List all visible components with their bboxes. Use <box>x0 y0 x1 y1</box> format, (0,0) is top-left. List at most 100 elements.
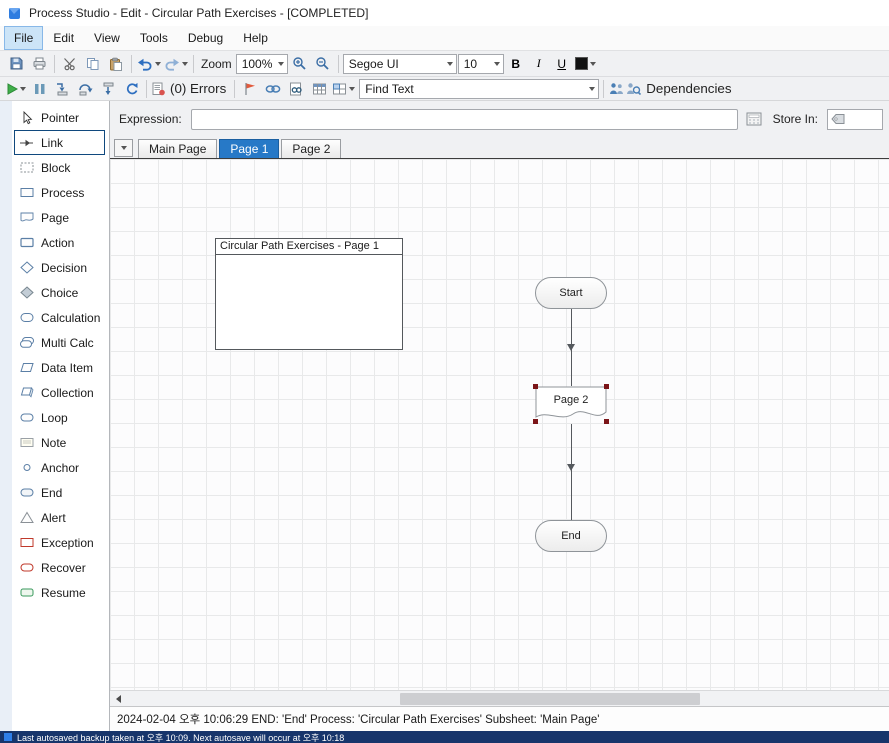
menu-help[interactable]: Help <box>233 26 278 50</box>
dependencies-button[interactable]: Dependencies <box>608 78 735 100</box>
selection-handle[interactable] <box>604 384 609 389</box>
step-over-icon <box>78 83 92 95</box>
tab-label: Page 2 <box>292 142 331 156</box>
bold-button[interactable]: B <box>505 53 527 75</box>
palette-item-data-item[interactable]: Data Item <box>14 355 105 380</box>
save-button[interactable] <box>5 53 27 75</box>
selection-handle[interactable] <box>533 419 538 424</box>
expression-input[interactable] <box>190 108 738 130</box>
end-node[interactable]: End <box>535 520 607 552</box>
menu-edit[interactable]: Edit <box>43 26 84 50</box>
link-page2-to-end[interactable] <box>571 424 572 520</box>
run-button[interactable] <box>5 78 27 100</box>
font-size-select[interactable]: 10 <box>457 53 504 74</box>
page-list-dropdown[interactable] <box>114 139 133 157</box>
palette-item-label: Alert <box>41 510 66 525</box>
palette-item-anchor[interactable]: Anchor <box>14 455 105 480</box>
action-icon <box>18 236 35 249</box>
start-node[interactable]: Start <box>535 277 607 309</box>
palette-item-label: Decision <box>41 260 88 275</box>
horizontal-scrollbar[interactable] <box>110 690 889 706</box>
palette-item-decision[interactable]: Decision <box>14 255 105 280</box>
errors-button[interactable]: (0) Errors <box>151 78 230 100</box>
dropdown-caret-icon <box>349 86 356 91</box>
menu-file[interactable]: File <box>4 26 44 50</box>
store-in-input[interactable] <box>827 108 883 130</box>
toolbar-separator <box>146 79 147 98</box>
toolbar-separator <box>193 54 194 73</box>
palette-item-pointer[interactable]: Pointer <box>14 105 105 130</box>
calculator-icon <box>746 112 762 126</box>
process-canvas[interactable]: Circular Path Exercises - Page 1 Start P… <box>110 159 889 690</box>
italic-button[interactable]: I <box>528 53 550 75</box>
search-page-button[interactable] <box>285 78 307 100</box>
underline-button[interactable]: U <box>551 53 573 75</box>
step-in-button[interactable] <box>51 78 73 100</box>
copy-button[interactable] <box>82 53 104 75</box>
paste-icon <box>110 57 122 71</box>
palette-item-recover[interactable]: Recover <box>14 555 105 580</box>
zoom-value: 100% <box>241 56 273 71</box>
redo-button[interactable] <box>163 53 189 75</box>
tab-page-1[interactable]: Page 1 <box>219 139 280 158</box>
palette-item-link[interactable]: Link <box>14 130 105 155</box>
zoom-select[interactable]: 100% <box>235 53 288 74</box>
find-text-combobox[interactable]: Find Text <box>359 78 600 99</box>
pause-button[interactable] <box>28 78 50 100</box>
table-view-button[interactable] <box>308 78 330 100</box>
collection-icon <box>18 386 35 399</box>
palette-item-note[interactable]: Note <box>14 430 105 455</box>
dropdown-caret-icon <box>277 61 284 66</box>
step-over-button[interactable] <box>74 78 96 100</box>
palette-item-resume[interactable]: Resume <box>14 580 105 605</box>
breakpoint-button[interactable] <box>239 78 261 100</box>
expression-editor-button[interactable] <box>744 109 764 129</box>
palette-item-exception[interactable]: Exception <box>14 530 105 555</box>
font-size-value: 10 <box>463 56 478 71</box>
palette-item-collection[interactable]: Collection <box>14 380 105 405</box>
menu-view[interactable]: View <box>84 26 130 50</box>
selection-handle[interactable] <box>533 384 538 389</box>
toolbar-separator <box>131 54 132 73</box>
tab-page-2[interactable]: Page 2 <box>281 139 342 158</box>
step-out-button[interactable] <box>97 78 119 100</box>
palette-item-choice[interactable]: Choice <box>14 280 105 305</box>
tab-main-page[interactable]: Main Page <box>138 139 218 158</box>
menu-label: View <box>94 31 120 45</box>
tool-palette: Pointer Link Block Process Page Action D… <box>0 101 110 731</box>
dropdown-caret-icon <box>120 146 127 150</box>
validate-links-button[interactable] <box>262 78 284 100</box>
palette-item-action[interactable]: Action <box>14 230 105 255</box>
paste-button[interactable] <box>105 53 127 75</box>
scrollbar-thumb[interactable] <box>400 693 700 705</box>
zoom-out-button[interactable] <box>312 53 334 75</box>
page2-reference-node[interactable]: Page 2 <box>533 384 609 424</box>
taskbar-app-icon[interactable] <box>4 733 12 741</box>
palette-item-process[interactable]: Process <box>14 180 105 205</box>
palette-item-alert[interactable]: Alert <box>14 505 105 530</box>
scroll-left-button[interactable] <box>110 691 126 706</box>
menu-debug[interactable]: Debug <box>178 26 233 50</box>
palette-item-end[interactable]: End <box>14 480 105 505</box>
restart-button[interactable] <box>120 78 142 100</box>
menu-tools[interactable]: Tools <box>130 26 178 50</box>
cut-button[interactable] <box>59 53 81 75</box>
dropdown-caret-icon <box>446 61 453 66</box>
undo-button[interactable] <box>136 53 162 75</box>
grid-select-button[interactable] <box>331 78 356 100</box>
font-family-select[interactable]: Segoe UI <box>342 53 457 74</box>
zoom-in-button[interactable] <box>289 53 311 75</box>
palette-item-calculation[interactable]: Calculation <box>14 305 105 330</box>
print-button[interactable] <box>28 53 50 75</box>
calculation-icon <box>18 311 35 324</box>
palette-item-page[interactable]: Page <box>14 205 105 230</box>
palette-item-multi-calc[interactable]: Multi Calc <box>14 330 105 355</box>
palette-item-loop[interactable]: Loop <box>14 405 105 430</box>
palette-item-block[interactable]: Block <box>14 155 105 180</box>
step-out-icon <box>103 82 113 95</box>
page-note[interactable]: Circular Path Exercises - Page 1 <box>215 238 403 350</box>
selection-handle[interactable] <box>604 419 609 424</box>
palette-item-label: Multi Calc <box>41 335 94 350</box>
recover-icon <box>18 561 35 574</box>
font-color-button[interactable] <box>574 53 597 75</box>
